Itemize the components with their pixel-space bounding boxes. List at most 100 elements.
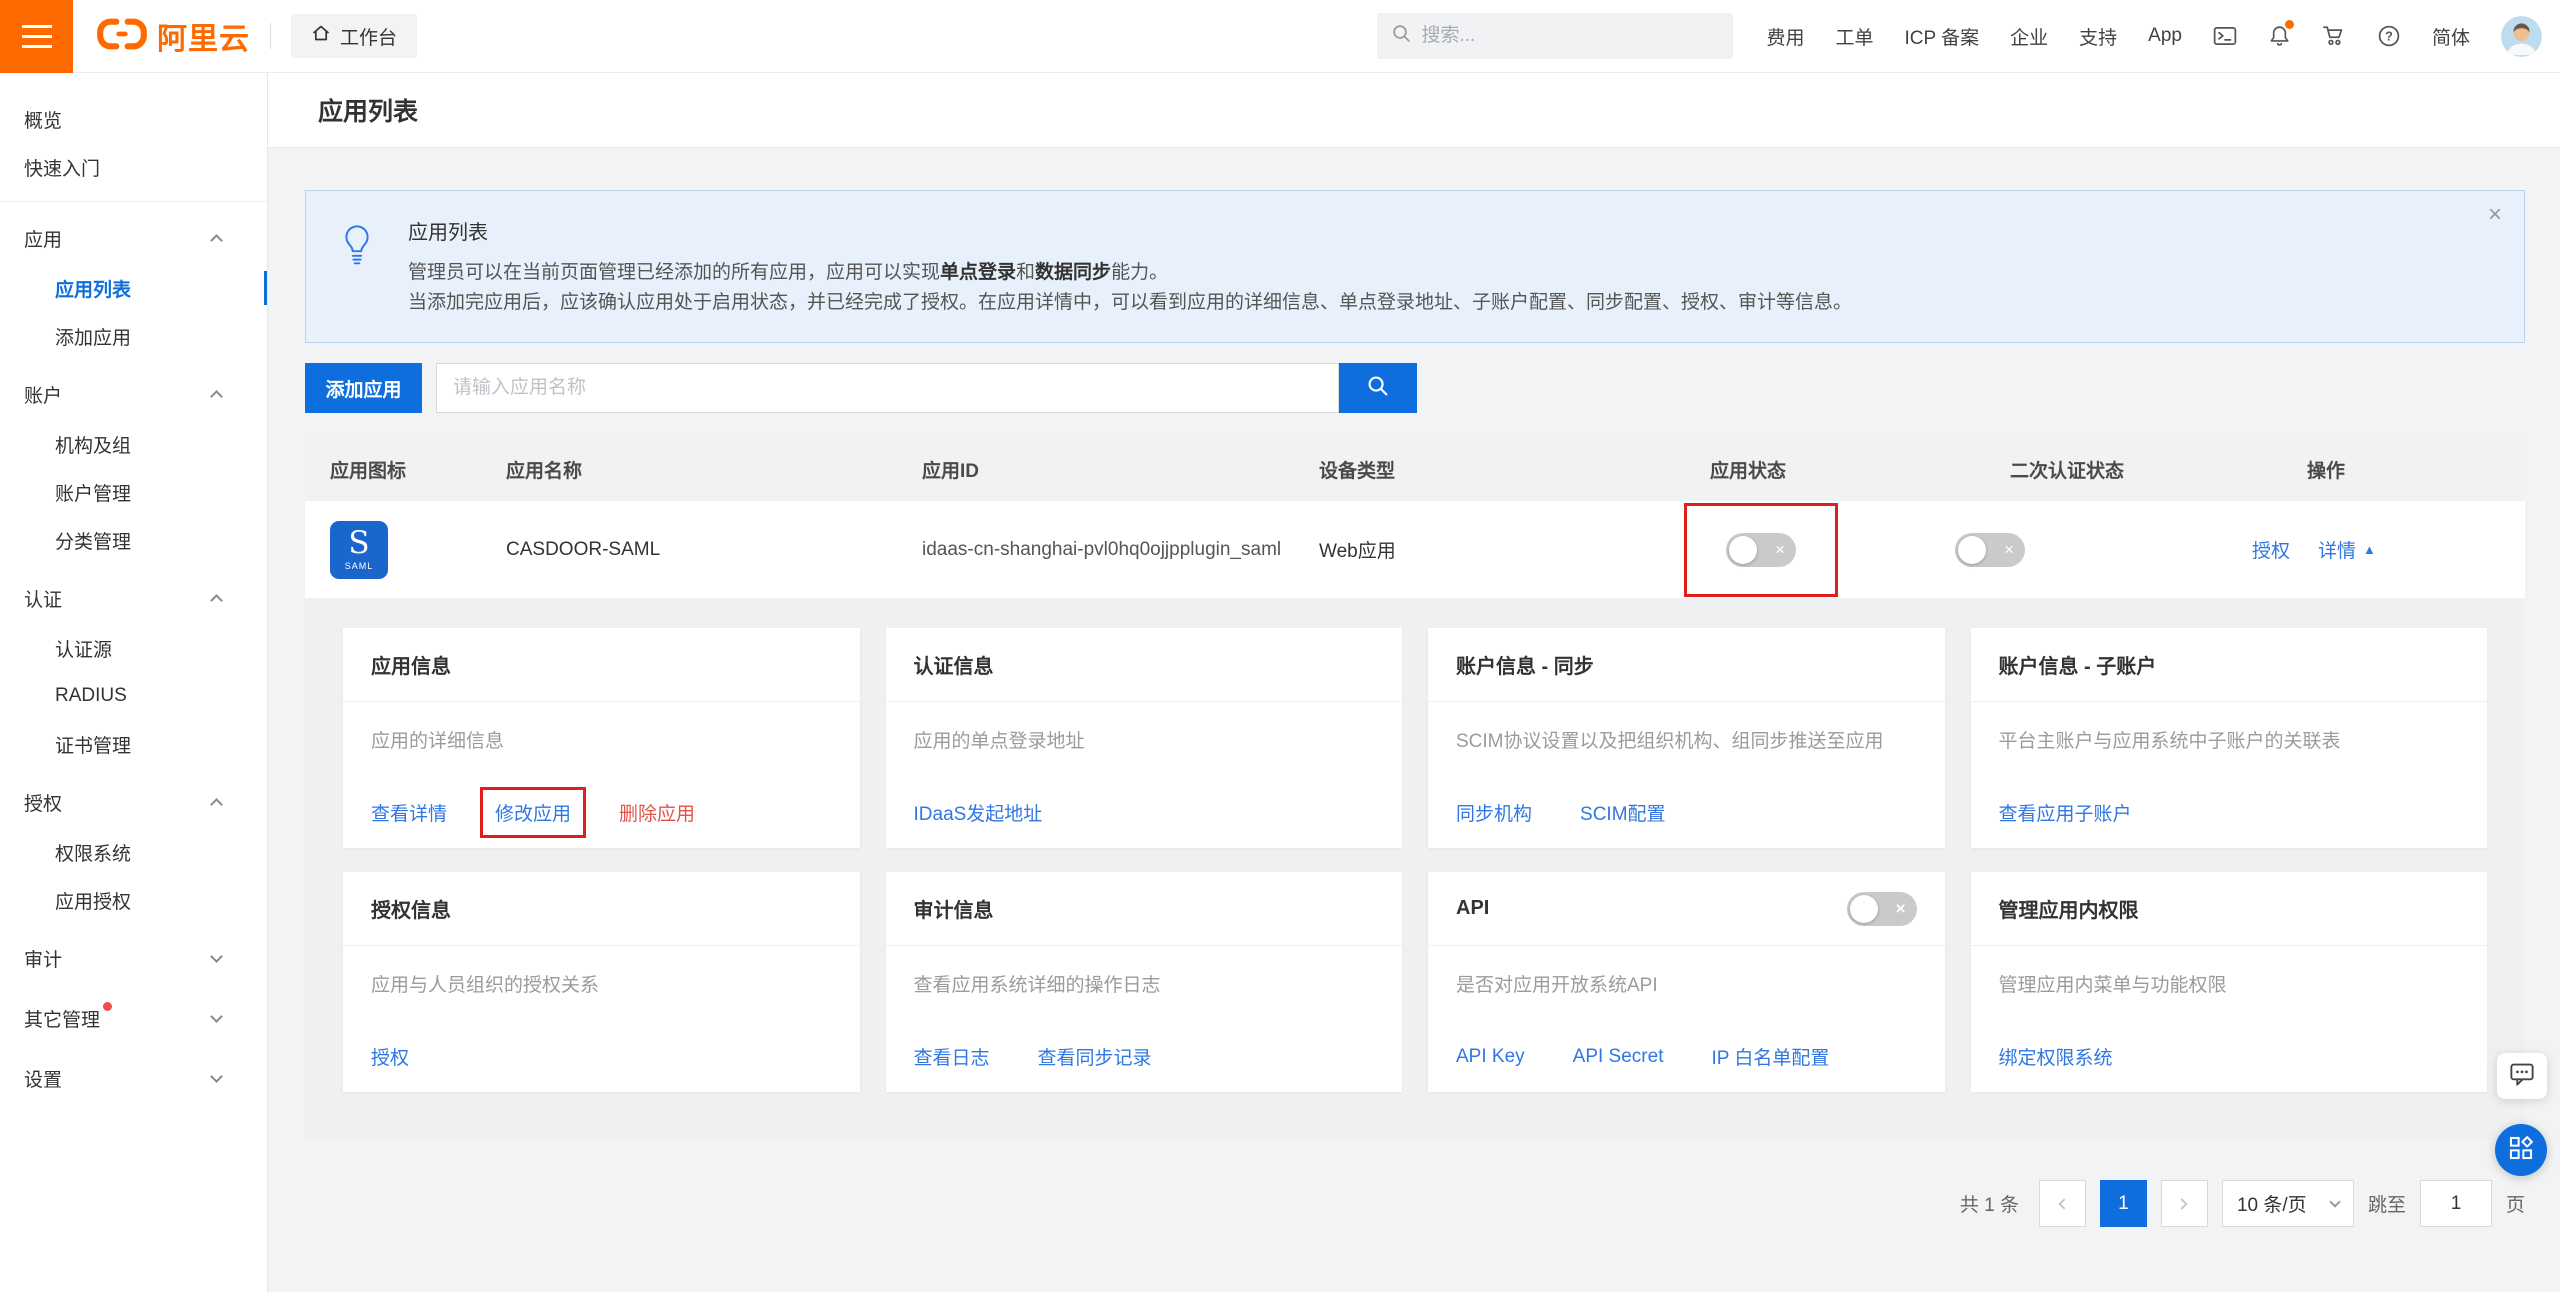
help-icon[interactable]: ? xyxy=(2377,24,2401,48)
nav-link-tickets[interactable]: 工单 xyxy=(1836,23,1874,50)
col-header-2fa: 二次认证状态 xyxy=(2010,456,2307,483)
top-navbar: 阿里云 工作台 费用 工单 ICP 备案 企业 支持 App xyxy=(0,0,2560,73)
sidebar-group-authorization[interactable]: 授权 xyxy=(0,776,267,828)
app-status-toggle[interactable]: × xyxy=(1726,533,1796,567)
twofa-status-toggle[interactable]: × xyxy=(1955,533,2025,567)
idaas-console: 阿里云 工作台 费用 工单 ICP 备案 企业 支持 App xyxy=(0,0,2560,1292)
authorize-card-link[interactable]: 授权 xyxy=(371,1043,409,1070)
red-dot-badge xyxy=(103,1002,112,1011)
notification-dot xyxy=(2285,20,2294,29)
card-desc: 管理应用内菜单与功能权限 xyxy=(1999,970,2460,997)
sidebar-item-app-authorization[interactable]: 应用授权 xyxy=(0,876,267,924)
page-title: 应用列表 xyxy=(268,73,2560,148)
nav-link-billing[interactable]: 费用 xyxy=(1767,23,1805,50)
sidebar-group-accounts[interactable]: 账户 xyxy=(0,368,267,420)
saml-app-icon: S SAML xyxy=(330,521,388,579)
user-avatar[interactable] xyxy=(2501,16,2542,57)
view-detail-link[interactable]: 查看详情 xyxy=(371,799,447,826)
chevron-down-icon xyxy=(210,950,223,963)
cart-icon[interactable] xyxy=(2322,24,2346,48)
workbench-button[interactable]: 工作台 xyxy=(291,14,417,58)
table-header-row: 应用图标 应用名称 应用ID 设备类型 应用状态 二次认证状态 操作 xyxy=(305,437,2525,501)
card-account-sync: 账户信息 - 同步 SCIM协议设置以及把组织机构、组同步推送至应用 同步机构 … xyxy=(1428,628,1945,848)
api-toggle[interactable]: × xyxy=(1847,892,1917,926)
sidebar-item-app-list[interactable]: 应用列表 xyxy=(0,264,267,312)
card-desc: 应用与人员组织的授权关系 xyxy=(371,970,832,997)
view-sub-accounts-link[interactable]: 查看应用子账户 xyxy=(1999,799,2132,826)
card-authorization-info: 授权信息 应用与人员组织的授权关系 授权 xyxy=(343,872,860,1092)
jump-to-page-input[interactable] xyxy=(2420,1180,2492,1227)
chevron-up-icon xyxy=(210,390,223,403)
app-id: idaas-cn-shanghai-pvl0hq0ojjpplugin_saml xyxy=(922,539,1319,561)
idaas-sso-link[interactable]: IDaaS发起地址 xyxy=(914,799,1043,826)
notifications-bell-icon[interactable] xyxy=(2268,24,2291,48)
card-api: API × 是否对应用开放系统API API Key API xyxy=(1428,872,1945,1092)
view-sync-records-link[interactable]: 查看同步记录 xyxy=(1038,1043,1152,1070)
sidebar-group-other-mgmt[interactable]: 其它管理 xyxy=(0,992,267,1044)
sidebar-item-quickstart[interactable]: 快速入门 xyxy=(0,143,267,191)
nav-link-support[interactable]: 支持 xyxy=(2079,23,2117,50)
aliyun-logo[interactable]: 阿里云 xyxy=(95,14,250,58)
nav-link-enterprise[interactable]: 企业 xyxy=(2010,23,2048,50)
language-switch[interactable]: 简体 xyxy=(2432,23,2470,50)
modify-app-link[interactable]: 修改应用 xyxy=(495,804,571,825)
banner-line1: 管理员可以在当前页面管理已经添加的所有应用，应用可以实现单点登录和数据同步能力。 xyxy=(408,258,1852,288)
row-actions: 授权 详情 ▲ xyxy=(2252,536,2525,563)
sidebar-item-permission-systems[interactable]: 权限系统 xyxy=(0,828,267,876)
card-desc: 查看应用系统详细的操作日志 xyxy=(914,970,1375,997)
sidebar-item-auth-sources[interactable]: 认证源 xyxy=(0,624,267,672)
sidebar-item-radius[interactable]: RADIUS xyxy=(0,672,267,720)
hamburger-menu-button[interactable] xyxy=(0,0,73,73)
page-size-select[interactable]: 10 条/页 xyxy=(2222,1180,2354,1227)
console-apps-button[interactable] xyxy=(2495,1124,2547,1176)
sidebar-item-cert-mgmt[interactable]: 证书管理 xyxy=(0,720,267,768)
app-name-search-input[interactable] xyxy=(436,363,1339,413)
col-header-appid: 应用ID xyxy=(922,456,1319,483)
global-search-input[interactable] xyxy=(1422,25,1719,47)
card-title: 账户信息 - 子账户 xyxy=(1971,628,2488,702)
lightbulb-icon xyxy=(306,216,408,342)
add-app-button[interactable]: 添加应用 xyxy=(305,363,422,413)
prev-page-button[interactable] xyxy=(2039,1180,2086,1227)
card-title: 认证信息 xyxy=(886,628,1403,702)
sidebar-group-settings[interactable]: 设置 xyxy=(0,1052,267,1104)
sidebar-item-category-mgmt[interactable]: 分类管理 xyxy=(0,516,267,564)
card-title: 审计信息 xyxy=(886,872,1403,946)
cloudshell-icon[interactable] xyxy=(2213,24,2237,48)
sidebar-item-add-app[interactable]: 添加应用 xyxy=(0,312,267,360)
nav-link-app[interactable]: App xyxy=(2148,25,2182,47)
authorize-link[interactable]: 授权 xyxy=(2252,536,2290,563)
sidebar-group-applications[interactable]: 应用 xyxy=(0,212,267,264)
scim-config-link[interactable]: SCIM配置 xyxy=(1580,799,1666,826)
chevron-up-icon xyxy=(210,798,223,811)
delete-app-link[interactable]: 删除应用 xyxy=(619,799,695,826)
search-icon xyxy=(1391,23,1412,49)
sidebar-group-authentication[interactable]: 认证 xyxy=(0,572,267,624)
sync-org-link[interactable]: 同步机构 xyxy=(1456,799,1532,826)
sidebar-item-account-mgmt[interactable]: 账户管理 xyxy=(0,468,267,516)
feedback-chat-button[interactable] xyxy=(2497,1053,2547,1099)
next-page-button[interactable] xyxy=(2161,1180,2208,1227)
nav-divider xyxy=(270,23,271,49)
detail-link[interactable]: 详情 ▲ xyxy=(2318,536,2376,563)
nav-link-icp[interactable]: ICP 备案 xyxy=(1905,23,1980,50)
close-icon[interactable]: × xyxy=(2488,203,2502,227)
page-number-current[interactable]: 1 xyxy=(2100,1180,2147,1227)
global-search[interactable] xyxy=(1377,13,1733,59)
view-logs-link[interactable]: 查看日志 xyxy=(914,1043,990,1070)
sidebar-group-audit[interactable]: 审计 xyxy=(0,932,267,984)
sidebar-divider xyxy=(0,201,267,202)
ip-whitelist-link[interactable]: IP 白名单配置 xyxy=(1711,1043,1829,1070)
api-secret-link[interactable]: API Secret xyxy=(1573,1046,1664,1068)
app-name: CASDOOR-SAML xyxy=(506,539,922,561)
sidebar-item-overview[interactable]: 概览 xyxy=(0,95,267,143)
col-header-actions: 操作 xyxy=(2307,456,2525,483)
chevron-down-icon xyxy=(210,1010,223,1023)
device-type: Web应用 xyxy=(1319,536,1710,563)
api-key-link[interactable]: API Key xyxy=(1456,1046,1525,1068)
caret-up-icon: ▲ xyxy=(2363,542,2376,557)
search-button[interactable] xyxy=(1339,363,1417,413)
toggle-off-icon: × xyxy=(2004,541,2014,558)
sidebar-item-org-groups[interactable]: 机构及组 xyxy=(0,420,267,468)
bind-permission-system-link[interactable]: 绑定权限系统 xyxy=(1999,1043,2113,1070)
